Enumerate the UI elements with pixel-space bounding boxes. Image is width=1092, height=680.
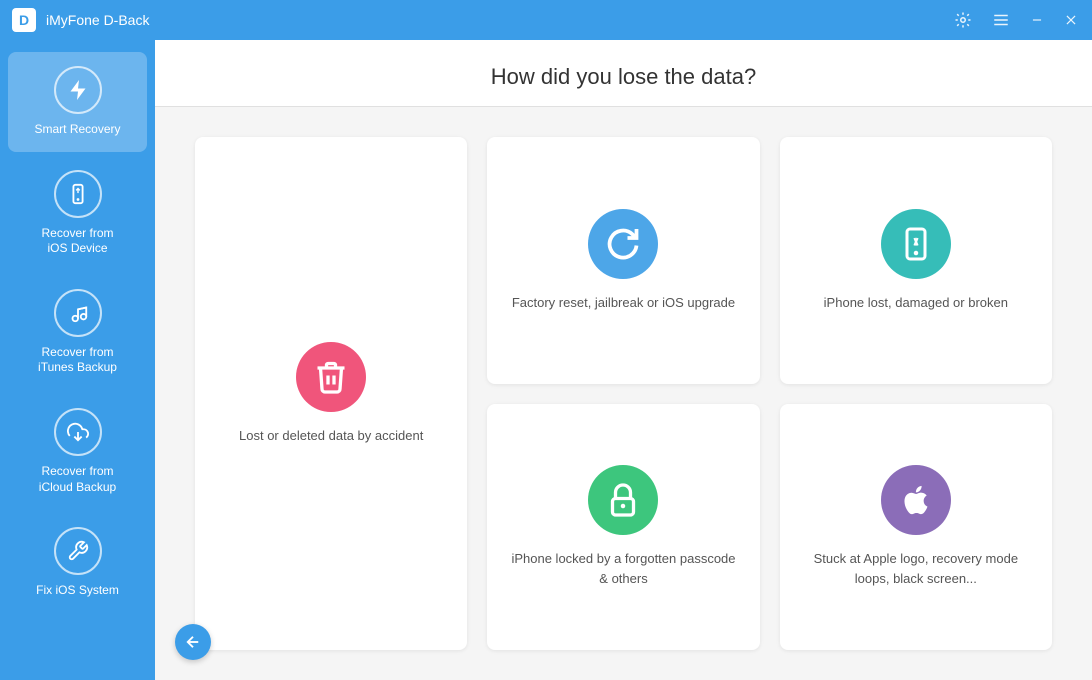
card-factory-reset[interactable]: Factory reset, jailbreak or iOS upgrade [487,137,759,384]
menu-button[interactable] [990,9,1012,31]
content-header: How did you lose the data? [155,40,1092,107]
app-logo: D [12,8,36,32]
sidebar-label-smart-recovery: Smart Recovery [34,122,120,138]
main-question: How did you lose the data? [155,64,1092,90]
refresh-icon-circle [588,209,658,279]
lightning-icon [54,66,102,114]
sidebar-label-recover-ios: Recover fromiOS Device [41,226,113,257]
sidebar-label-recover-icloud: Recover fromiCloud Backup [39,464,116,495]
card-iphone-lost[interactable]: iPhone lost, damaged or broken [780,137,1052,384]
apple-icon-circle [881,465,951,535]
settings-button[interactable] [952,9,974,31]
sidebar-label-recover-itunes: Recover fromiTunes Backup [38,345,117,376]
card-label-iphone-locked: iPhone locked by a forgotten passcode & … [507,549,739,588]
minimize-button[interactable] [1028,11,1046,29]
cloud-download-icon [54,408,102,456]
cards-grid: Lost or deleted data by accident Factory… [155,107,1092,680]
app-title: iMyFone D-Back [46,12,952,28]
phone-icon [54,170,102,218]
lock-icon-circle [588,465,658,535]
sidebar: Smart Recovery Recover fromiOS Device [0,40,155,680]
card-label-stuck-apple: Stuck at Apple logo, recovery mode loops… [800,549,1032,588]
card-stuck-apple[interactable]: Stuck at Apple logo, recovery mode loops… [780,404,1052,651]
main-layout: Smart Recovery Recover fromiOS Device [0,40,1092,680]
card-iphone-locked[interactable]: iPhone locked by a forgotten passcode & … [487,404,759,651]
phone-broken-icon-circle [881,209,951,279]
title-bar: D iMyFone D-Back [0,0,1092,40]
card-label-factory-reset: Factory reset, jailbreak or iOS upgrade [512,293,735,313]
sidebar-item-fix-ios[interactable]: Fix iOS System [8,513,147,613]
content-area: How did you lose the data? Lost or delet… [155,40,1092,680]
card-label-lost-deleted: Lost or deleted data by accident [239,426,423,446]
sidebar-label-fix-ios: Fix iOS System [36,583,119,599]
sidebar-item-smart-recovery[interactable]: Smart Recovery [8,52,147,152]
sidebar-item-recover-icloud[interactable]: Recover fromiCloud Backup [8,394,147,509]
trash-icon-circle [296,342,366,412]
sidebar-item-recover-ios[interactable]: Recover fromiOS Device [8,156,147,271]
card-lost-deleted[interactable]: Lost or deleted data by accident [195,137,467,650]
sidebar-item-recover-itunes[interactable]: Recover fromiTunes Backup [8,275,147,390]
wrench-icon [54,527,102,575]
music-icon [54,289,102,337]
close-button[interactable] [1062,11,1080,29]
back-button[interactable] [175,624,211,660]
window-controls [952,9,1080,31]
card-label-iphone-lost: iPhone lost, damaged or broken [824,293,1008,313]
